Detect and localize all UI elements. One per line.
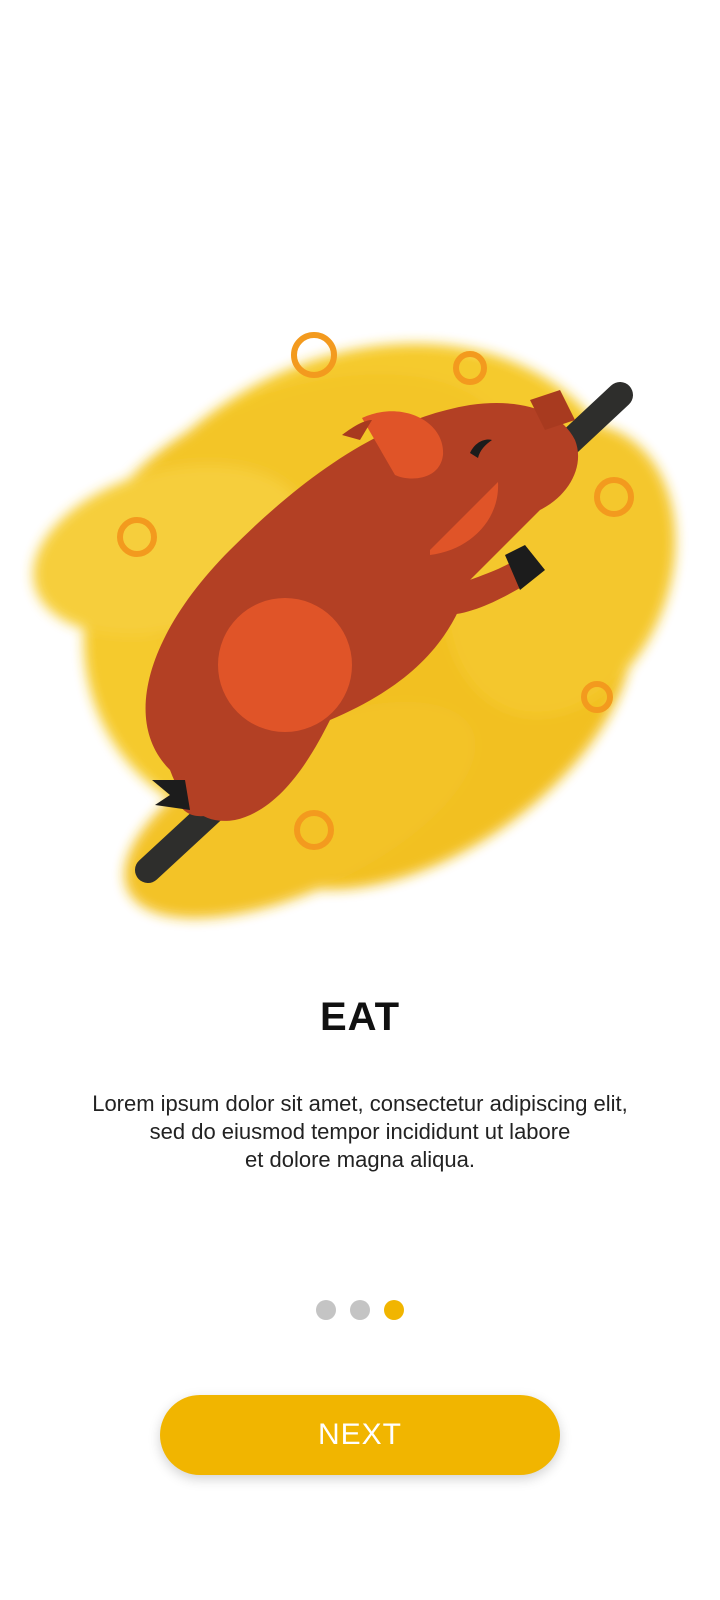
page-indicator	[0, 1300, 720, 1320]
page-dot-3-active[interactable]	[384, 1300, 404, 1320]
description-line: Lorem ipsum dolor sit amet, consectetur …	[92, 1091, 628, 1116]
roast-pig-illustration	[0, 250, 720, 970]
onboarding-description: Lorem ipsum dolor sit amet, consectetur …	[40, 1090, 680, 1174]
description-line: et dolore magna aliqua.	[245, 1147, 475, 1172]
description-line: sed do eiusmod tempor incididunt ut labo…	[149, 1119, 571, 1144]
next-button[interactable]: NEXT	[160, 1395, 560, 1475]
page-dot-2[interactable]	[350, 1300, 370, 1320]
page-dot-1[interactable]	[316, 1300, 336, 1320]
onboarding-title: EAT	[319, 995, 401, 1039]
